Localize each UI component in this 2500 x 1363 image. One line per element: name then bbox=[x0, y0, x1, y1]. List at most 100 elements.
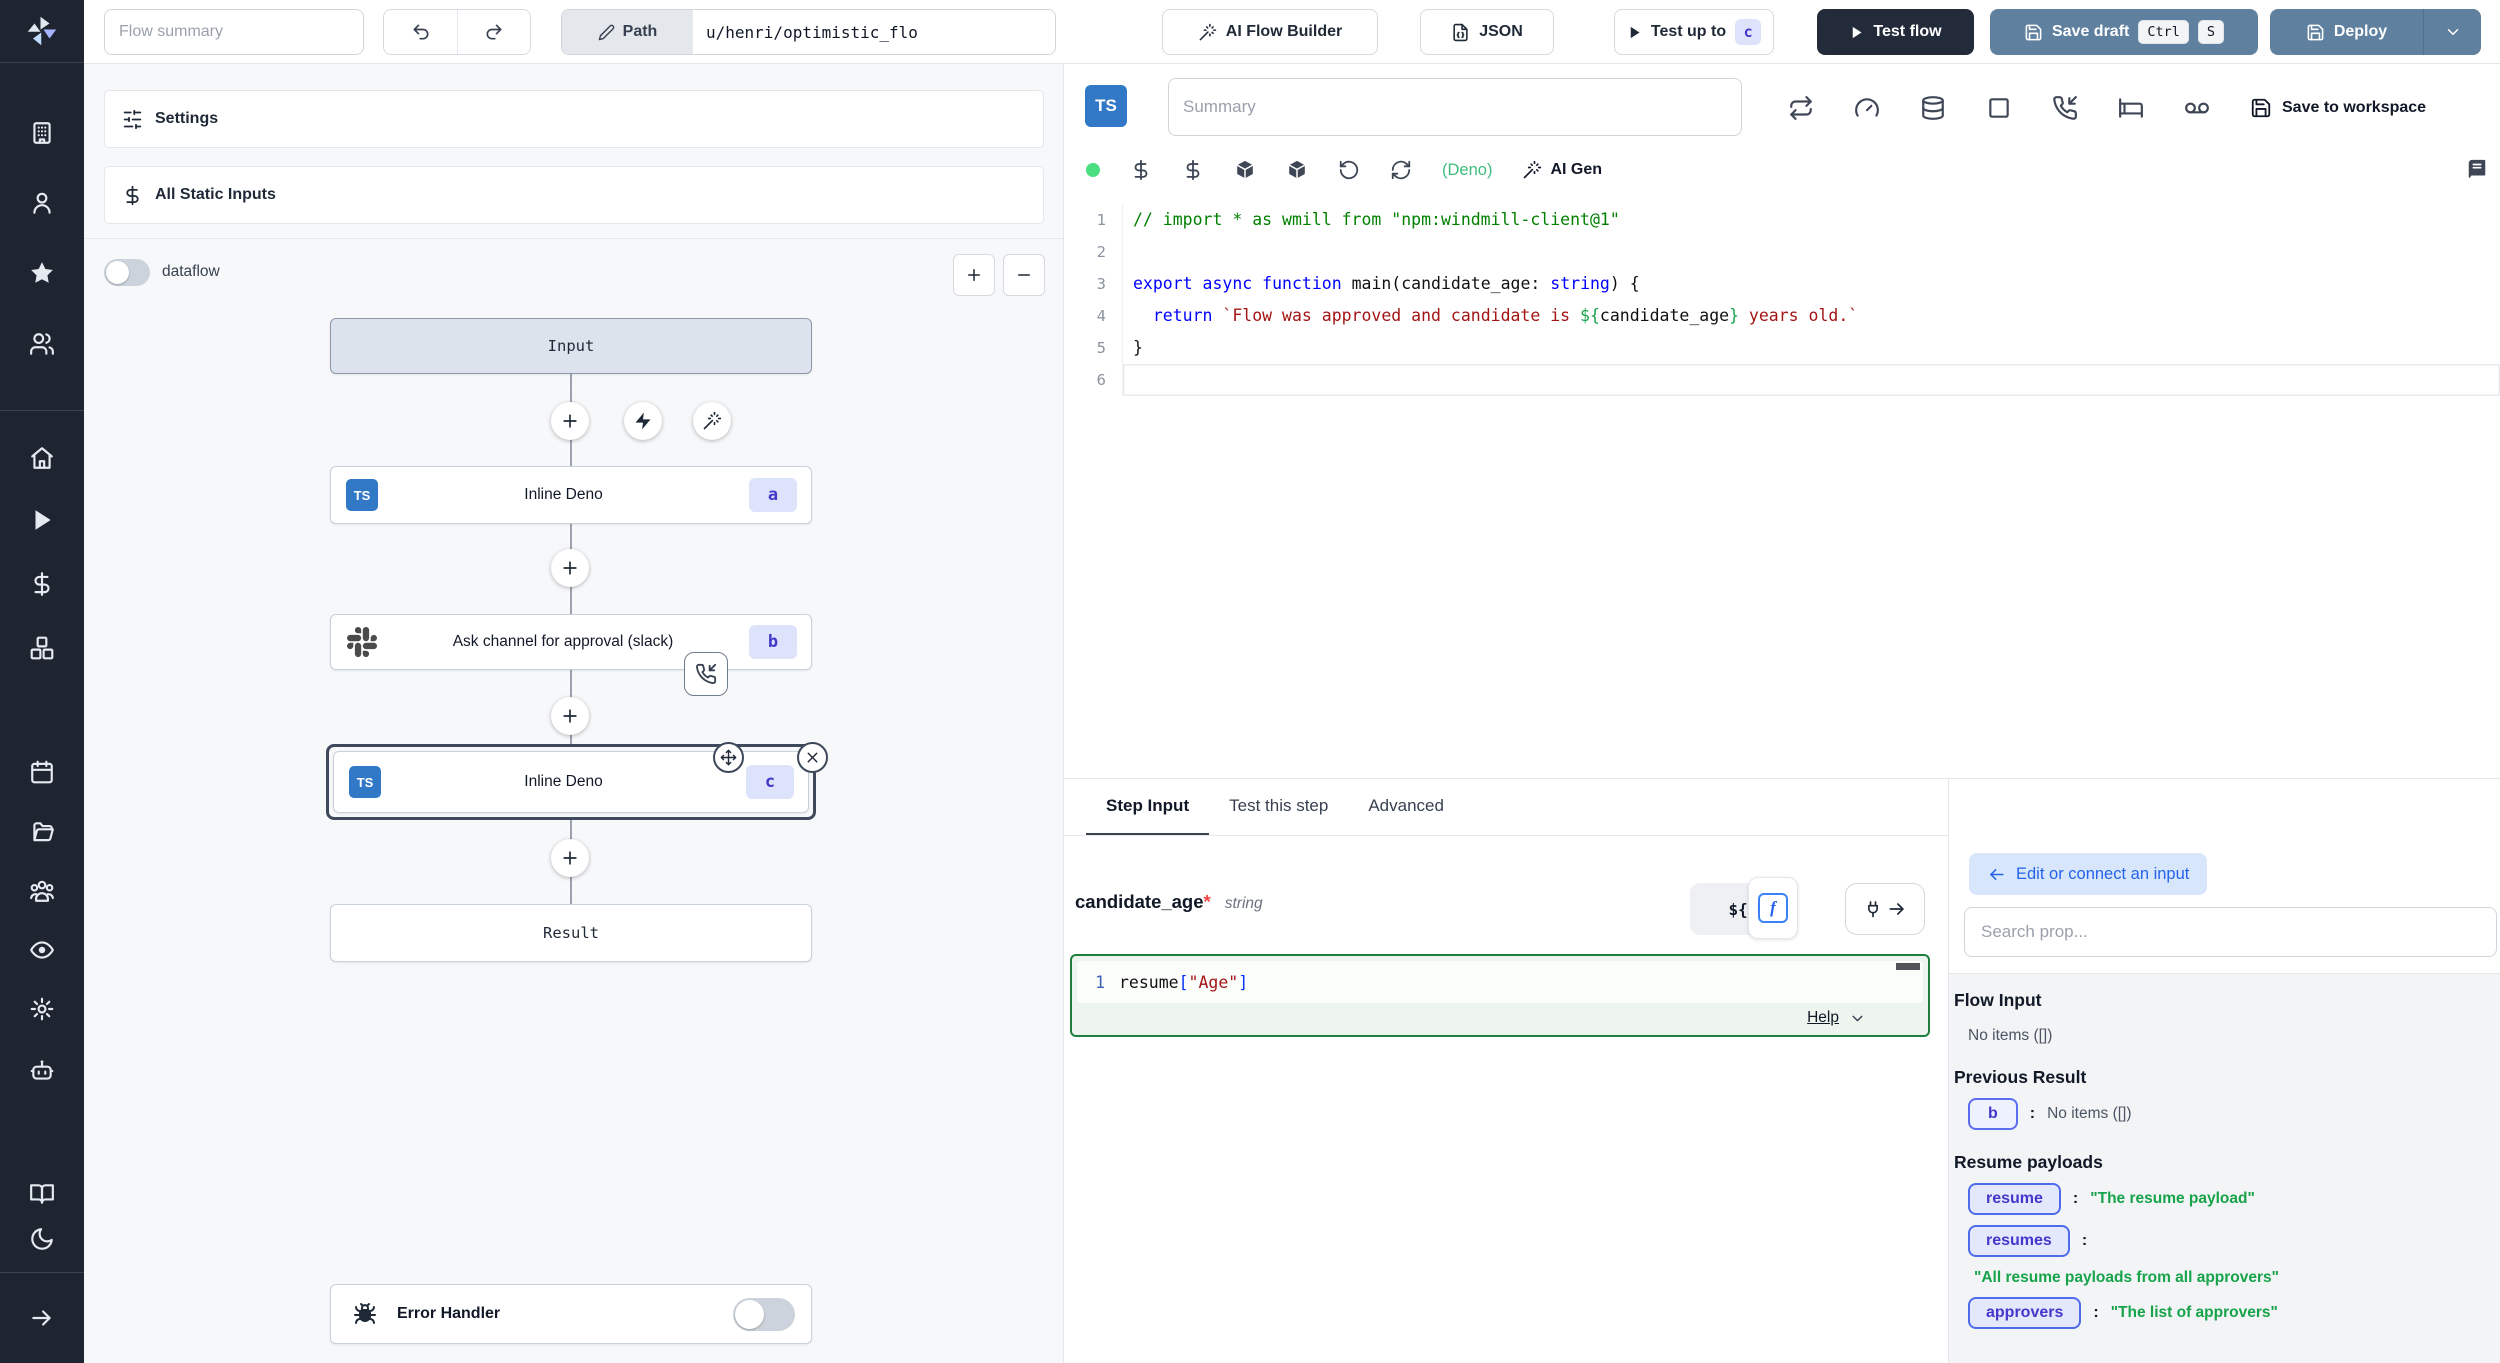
all-static-inputs-row[interactable]: All Static Inputs bbox=[104, 166, 1044, 224]
code-editor[interactable]: 1// import * as wmill from "npm:windmill… bbox=[1064, 204, 2500, 778]
docs-book-icon[interactable] bbox=[29, 1181, 55, 1207]
minimap-scrollbar[interactable] bbox=[1896, 963, 1920, 970]
expand-sidebar-arrow-icon[interactable] bbox=[29, 1305, 55, 1331]
early-stop-gauge-icon[interactable] bbox=[1854, 95, 1880, 121]
tab-step-input[interactable]: Step Input bbox=[1086, 779, 1209, 835]
mock-square-icon[interactable] bbox=[1986, 95, 2012, 121]
help-link: Help bbox=[1807, 1009, 1839, 1027]
node-b-id-badge: b bbox=[749, 625, 797, 659]
code-line[interactable]: 3export async function main(candidate_ag… bbox=[1064, 268, 2500, 300]
redo-button[interactable] bbox=[457, 10, 530, 54]
ai-wand-button[interactable] bbox=[693, 402, 731, 440]
code-line[interactable]: 2 bbox=[1064, 236, 2500, 268]
flow-node-result[interactable]: Result bbox=[330, 904, 812, 962]
add-step-button[interactable] bbox=[551, 697, 589, 735]
lifetime-voicemail-icon[interactable] bbox=[2184, 95, 2210, 121]
dataflow-label: dataflow bbox=[162, 263, 220, 281]
deploy-dropdown-button[interactable] bbox=[2423, 9, 2481, 55]
flow-node-a[interactable]: TS Inline Deno a bbox=[330, 466, 812, 524]
tab-advanced[interactable]: Advanced bbox=[1348, 779, 1464, 835]
retries-repeat-icon[interactable] bbox=[1788, 95, 1814, 121]
prop-badge[interactable]: resume bbox=[1968, 1183, 2061, 1215]
code-line[interactable]: 5} bbox=[1064, 332, 2500, 364]
step-summary-input[interactable] bbox=[1168, 78, 1742, 136]
ai-gen-button[interactable]: AI Gen bbox=[1522, 160, 1602, 180]
path-edit-button[interactable]: Path bbox=[562, 10, 693, 54]
code-line[interactable]: 1// import * as wmill from "npm:windmill… bbox=[1064, 204, 2500, 236]
prop-badge[interactable]: b bbox=[1968, 1098, 2018, 1130]
test-flow-button[interactable]: Test flow bbox=[1817, 9, 1974, 55]
prop-badge[interactable]: resumes bbox=[1968, 1225, 2070, 1257]
cache-database-icon[interactable] bbox=[1920, 95, 1946, 121]
expression-editor[interactable]: 1 resume["Age"] Help bbox=[1070, 954, 1930, 1037]
flow-node-input[interactable]: Input bbox=[330, 318, 812, 374]
edit-or-connect-button[interactable]: Edit or connect an input bbox=[1969, 853, 2207, 895]
package-cube-icon[interactable] bbox=[1234, 159, 1256, 181]
resources-dollar-icon[interactable] bbox=[1182, 159, 1204, 181]
colon: : bbox=[2030, 1105, 2035, 1123]
path-input[interactable] bbox=[693, 10, 1055, 54]
flow-summary-input[interactable] bbox=[104, 9, 364, 55]
package-cube-icon[interactable] bbox=[1286, 159, 1308, 181]
step-tabs: Step InputTest this stepAdvanced bbox=[1064, 779, 1948, 836]
settings-gear-icon[interactable] bbox=[29, 996, 55, 1022]
zoom-out-button[interactable] bbox=[1003, 254, 1045, 296]
move-node-button[interactable] bbox=[713, 742, 744, 773]
delete-node-button[interactable] bbox=[797, 742, 828, 773]
trigger-zap-button[interactable] bbox=[624, 402, 662, 440]
dataflow-toggle[interactable] bbox=[104, 259, 150, 286]
suspend-phone-incoming-icon[interactable] bbox=[684, 652, 728, 696]
save-draft-button[interactable]: Save draft Ctrl S bbox=[1990, 9, 2258, 55]
flow-input-empty: No items ([]) bbox=[1968, 1027, 2500, 1045]
windmill-logo-icon[interactable] bbox=[24, 13, 60, 49]
save-to-workspace-button[interactable]: Save to workspace bbox=[2250, 97, 2426, 119]
search-prop-input[interactable] bbox=[1964, 907, 2497, 957]
node-a-title: Inline Deno bbox=[378, 486, 749, 504]
flow-settings-row[interactable]: Settings bbox=[104, 90, 1044, 148]
expression-mode-button[interactable]: f bbox=[1748, 877, 1798, 939]
library-book-icon[interactable] bbox=[2466, 159, 2488, 181]
dark-mode-moon-icon[interactable] bbox=[29, 1226, 55, 1252]
prop-badge[interactable]: approvers bbox=[1968, 1297, 2081, 1329]
home-icon[interactable] bbox=[29, 445, 55, 471]
bug-icon bbox=[353, 1302, 377, 1326]
expression-code[interactable]: resume["Age"] bbox=[1119, 973, 1248, 992]
user-icon[interactable] bbox=[29, 190, 55, 216]
runs-play-icon[interactable] bbox=[29, 507, 55, 533]
add-step-button[interactable] bbox=[551, 402, 589, 440]
reload-refresh-icon[interactable] bbox=[1390, 159, 1412, 181]
ai-flow-builder-button[interactable]: AI Flow Builder bbox=[1162, 9, 1378, 55]
tab-test-this-step[interactable]: Test this step bbox=[1209, 779, 1348, 835]
deploy-button[interactable]: Deploy bbox=[2270, 23, 2423, 42]
reset-rotate-ccw-icon[interactable] bbox=[1338, 159, 1360, 181]
undo-button[interactable] bbox=[384, 10, 457, 54]
sleep-bed-icon[interactable] bbox=[2118, 95, 2144, 121]
resume-row: resumes: bbox=[1968, 1225, 2500, 1257]
schedules-calendar-icon[interactable] bbox=[29, 759, 55, 785]
prop-value: "The resume payload" bbox=[2090, 1190, 2255, 1208]
folders-icon[interactable] bbox=[29, 819, 55, 845]
error-handler-toggle[interactable] bbox=[733, 1298, 795, 1331]
bot-icon[interactable] bbox=[29, 1058, 55, 1084]
connect-input-plug-button[interactable] bbox=[1845, 883, 1925, 935]
workspace-icon[interactable] bbox=[29, 120, 55, 146]
resources-boxes-icon[interactable] bbox=[29, 635, 55, 661]
wand-icon bbox=[1522, 160, 1542, 180]
expression-help[interactable]: Help bbox=[1807, 1009, 1866, 1027]
user-group-icon[interactable] bbox=[29, 331, 55, 357]
add-step-button[interactable] bbox=[551, 839, 589, 877]
flow-node-b[interactable]: Ask channel for approval (slack) b bbox=[330, 614, 812, 670]
test-up-to-button[interactable]: Test up to c bbox=[1614, 9, 1774, 55]
variables-dollar-icon[interactable] bbox=[1130, 159, 1152, 181]
error-handler-row[interactable]: Error Handler bbox=[330, 1284, 812, 1344]
json-button[interactable]: JSON bbox=[1420, 9, 1554, 55]
suspend-phone-incoming-icon[interactable] bbox=[2052, 95, 2078, 121]
favorites-star-icon[interactable] bbox=[29, 260, 55, 286]
code-line[interactable]: 6 bbox=[1064, 364, 2500, 396]
code-line[interactable]: 4 return `Flow was approved and candidat… bbox=[1064, 300, 2500, 332]
add-step-button[interactable] bbox=[551, 549, 589, 587]
zoom-in-button[interactable] bbox=[953, 254, 995, 296]
groups-icon[interactable] bbox=[29, 878, 55, 904]
variables-dollar-icon[interactable] bbox=[29, 571, 55, 597]
audit-eye-icon[interactable] bbox=[29, 937, 55, 963]
